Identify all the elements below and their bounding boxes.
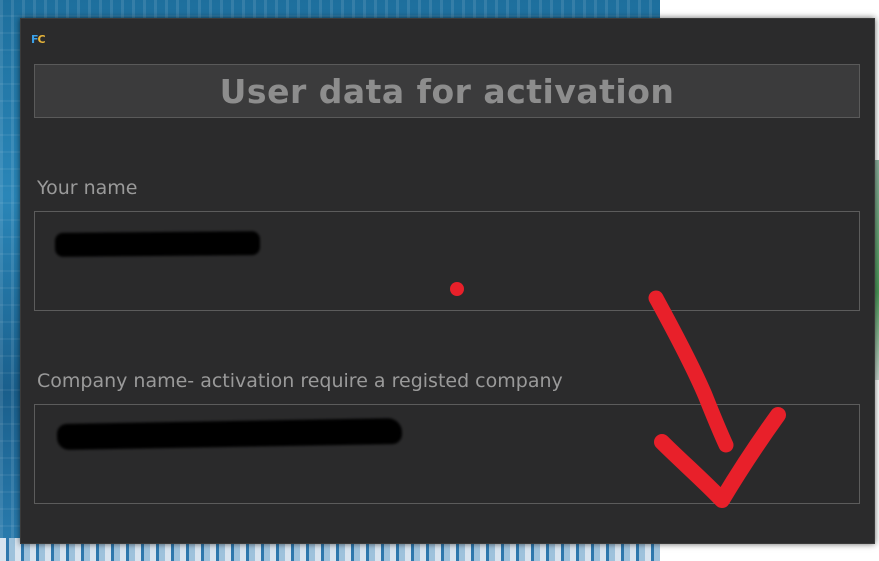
your-name-label: Your name: [37, 177, 138, 199]
dialog-title: User data for activation: [219, 71, 675, 111]
app-logo-icon: FC: [31, 33, 51, 47]
company-name-label: Company name- activation require a regis…: [37, 370, 563, 392]
company-name-input[interactable]: [34, 404, 860, 504]
dialog-title-bar: User data for activation: [34, 64, 860, 118]
your-name-input[interactable]: [34, 211, 860, 311]
app-logo-letter-2: C: [37, 33, 46, 46]
name-redaction-mark: [54, 231, 261, 257]
company-redaction-mark: [56, 417, 403, 451]
activation-dialog: FC User data for activation Your name Co…: [20, 18, 875, 544]
